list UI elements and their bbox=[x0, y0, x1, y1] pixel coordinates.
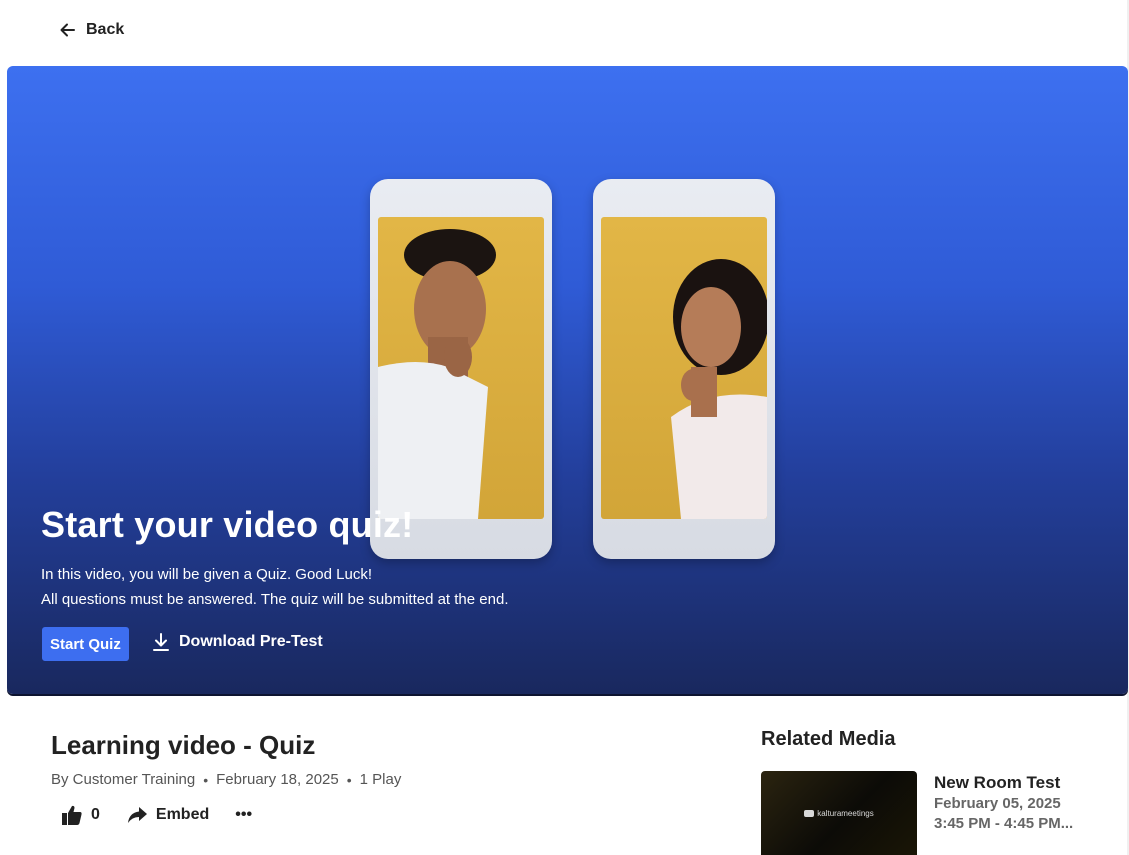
phone-illustration-right bbox=[593, 179, 775, 559]
back-button[interactable]: Back bbox=[58, 20, 124, 40]
related-thumbnail[interactable]: kalturameetings bbox=[761, 771, 917, 855]
related-media-heading: Related Media bbox=[761, 728, 896, 750]
media-actions: 0 Embed ••• bbox=[61, 804, 252, 826]
quiz-title: Start your video quiz! bbox=[41, 504, 414, 545]
woman-illustration bbox=[671, 259, 767, 519]
related-item-title[interactable]: New Room Test bbox=[934, 773, 1060, 793]
man-illustration bbox=[378, 229, 496, 519]
thumbnail-text: kalturameetings bbox=[817, 808, 874, 818]
media-date: February 18, 2025 bbox=[216, 771, 339, 788]
embed-button[interactable]: Embed bbox=[126, 804, 209, 826]
phone-screen-left bbox=[378, 217, 544, 519]
media-meta: By Customer Training • February 18, 2025… bbox=[51, 771, 401, 788]
like-count: 0 bbox=[91, 806, 100, 823]
like-button[interactable]: 0 bbox=[61, 804, 100, 826]
more-icon: ••• bbox=[235, 806, 253, 823]
download-icon bbox=[153, 633, 169, 651]
more-options-button[interactable]: ••• bbox=[235, 806, 252, 824]
quiz-description-line-2: All questions must be answered. The quiz… bbox=[41, 591, 509, 608]
related-item-date: February 05, 2025 bbox=[934, 795, 1061, 812]
media-author: By Customer Training bbox=[51, 771, 196, 788]
media-title: Learning video - Quiz bbox=[51, 730, 316, 760]
quiz-description-line-1: In this video, you will be given a Quiz.… bbox=[41, 566, 373, 583]
logo-icon bbox=[804, 809, 815, 817]
embed-label: Embed bbox=[155, 806, 210, 823]
media-plays: 1 Play bbox=[359, 771, 402, 788]
thumbs-up-icon bbox=[62, 805, 82, 825]
download-label: Download Pre-Test bbox=[179, 633, 323, 650]
thumbnail-logo: kalturameetings bbox=[804, 808, 874, 818]
back-label: Back bbox=[86, 21, 125, 38]
meta-separator: • bbox=[203, 771, 209, 788]
start-quiz-button[interactable]: Start Quiz bbox=[42, 627, 129, 661]
share-arrow-icon bbox=[127, 807, 147, 823]
phone-illustration-left bbox=[370, 179, 552, 559]
video-player[interactable]: Start your video quiz! In this video, yo… bbox=[7, 66, 1128, 694]
related-item-time: 3:45 PM - 4:45 PM... bbox=[934, 815, 1074, 832]
download-pretest-button[interactable]: Download Pre-Test bbox=[151, 632, 323, 652]
phone-screen-right bbox=[601, 217, 767, 519]
arrow-left-icon bbox=[60, 23, 75, 37]
meta-separator: • bbox=[346, 771, 352, 788]
